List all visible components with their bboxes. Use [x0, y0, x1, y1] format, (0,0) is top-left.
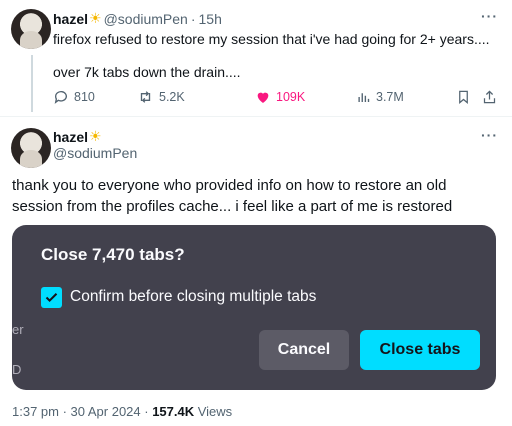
share-button[interactable] [482, 89, 497, 105]
more-dots-icon[interactable]: ··· [481, 127, 498, 143]
action-bar: 810 5.2K 109K 3.7M [53, 89, 499, 109]
reply-button[interactable]: 810 [53, 89, 95, 105]
cancel-button[interactable]: Cancel [259, 330, 349, 370]
tweet-header: hazel ☀ @sodiumPen · 15h [53, 10, 222, 27]
reply-bubble-icon [54, 91, 67, 104]
more-dots-icon[interactable]: ··· [481, 8, 498, 24]
views-count: 3.7M [376, 90, 404, 104]
views-button[interactable]: 3.7M [356, 89, 404, 105]
checkmark-icon [45, 293, 58, 303]
divider [0, 116, 512, 117]
edge-text: er [12, 322, 24, 337]
tweet-meta: 1:37 pm · 30 Apr 2024 · 157.4K Views [12, 404, 232, 419]
display-name[interactable]: hazel [53, 129, 88, 145]
sun-emoji-icon: ☀ [89, 128, 102, 144]
confirm-checkbox[interactable] [41, 287, 62, 308]
tweet-text-line-1: firefox refused to restore my session th… [53, 31, 490, 47]
avatar[interactable] [11, 128, 51, 168]
repost-button[interactable]: 5.2K [137, 89, 185, 105]
tweet-text: thank you to everyone who provided info … [12, 177, 453, 215]
bookmark-icon [459, 90, 468, 104]
views-label: Views [194, 404, 233, 419]
reply-count: 810 [74, 90, 95, 104]
sun-emoji-icon: ☀ [89, 10, 102, 26]
media-image[interactable]: er D Close 7,470 tabs? Confirm before cl… [12, 225, 496, 390]
repost-arrows-icon [140, 91, 151, 103]
avatar[interactable] [11, 9, 51, 49]
like-button[interactable]: 109K [255, 89, 305, 105]
display-name[interactable]: hazel [53, 11, 88, 27]
edge-text: D [12, 362, 22, 377]
checkbox-label: Confirm before closing multiple tabs [70, 288, 317, 305]
bar-chart-icon [358, 93, 370, 102]
share-icon [483, 90, 496, 104]
handle[interactable]: @sodiumPen [104, 11, 188, 27]
bookmark-button[interactable] [456, 89, 471, 105]
close-tabs-button[interactable]: Close tabs [360, 330, 480, 370]
post-timestamp[interactable]: 1:37 pm · 30 Apr 2024 · [12, 404, 152, 419]
views-count: 157.4K [152, 404, 195, 419]
dialog-title: Close 7,470 tabs? [41, 245, 185, 264]
thread-line [31, 55, 33, 112]
timestamp[interactable]: 15h [199, 11, 222, 27]
separator: · [190, 10, 196, 27]
handle[interactable]: @sodiumPen [53, 145, 137, 161]
heart-icon [257, 92, 269, 103]
repost-count: 5.2K [159, 90, 185, 104]
like-count: 109K [276, 90, 306, 104]
tweet-text-line-2: over 7k tabs down the drain.... [53, 64, 241, 80]
tweet-header: hazel ☀ [53, 128, 104, 145]
